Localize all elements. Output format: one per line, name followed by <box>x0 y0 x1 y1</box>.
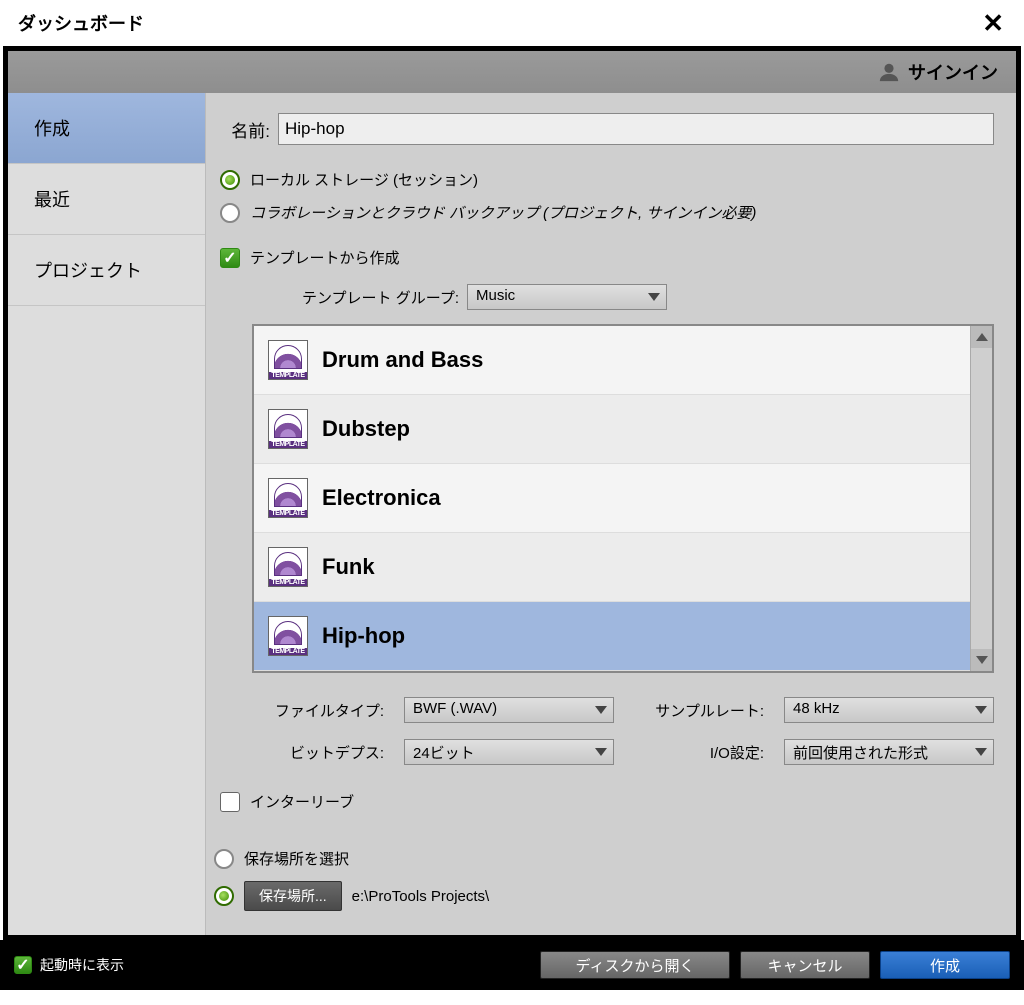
name-label: 名前: <box>214 117 270 142</box>
close-icon[interactable]: ✕ <box>976 8 1010 38</box>
chevron-down-icon <box>975 748 987 756</box>
sidebar-tab-label: 作成 <box>34 119 70 139</box>
chevron-down-icon <box>975 706 987 714</box>
chevron-down-icon <box>595 748 607 756</box>
save-choose-row[interactable]: 保存場所を選択 <box>214 848 994 869</box>
template-file-icon: TEMPLATE <box>268 340 308 380</box>
window-title: ダッシュボード <box>18 10 144 36</box>
open-from-disk-button[interactable]: ディスクから開く <box>540 951 730 979</box>
template-check-label: テンプレートから作成 <box>250 247 400 268</box>
sidebar-tab-label: 最近 <box>34 190 70 210</box>
template-item-label: Electronica <box>322 485 441 511</box>
sidebar-tab-create[interactable]: 作成 <box>8 93 205 164</box>
storage-local-label: ローカル ストレージ (セッション) <box>250 169 478 190</box>
bit-depth-select[interactable]: 24ビット <box>404 739 614 765</box>
template-list: TEMPLATE Drum and Bass TEMPLATE Dubstep … <box>252 324 994 673</box>
chevron-down-icon <box>976 656 988 664</box>
name-row: 名前: <box>214 113 994 145</box>
template-item[interactable]: TEMPLATE Dubstep <box>254 395 970 464</box>
bit-depth-label: ビットデプス: <box>254 742 384 763</box>
cancel-button[interactable]: キャンセル <box>740 951 870 979</box>
main-panel: 名前: ローカル ストレージ (セッション) コラボレーションとクラウド バック… <box>206 93 1016 935</box>
sidebar: 作成 最近 プロジェクト <box>8 93 206 935</box>
template-item-label: Dubstep <box>322 416 410 442</box>
footer-bar: 起動時に表示 ディスクから開く キャンセル 作成 <box>0 940 1024 990</box>
window-titlebar: ダッシュボード ✕ <box>0 0 1024 46</box>
save-path-row: 保存場所... e:\ProTools Projects\ <box>214 881 994 911</box>
checkbox-icon[interactable] <box>220 248 240 268</box>
file-type-select[interactable]: BWF (.WAV) <box>404 697 614 723</box>
radio-icon[interactable] <box>214 849 234 869</box>
sample-rate-select[interactable]: 48 kHz <box>784 697 994 723</box>
radio-icon[interactable] <box>220 203 240 223</box>
template-file-icon: TEMPLATE <box>268 547 308 587</box>
chevron-down-icon <box>648 293 660 301</box>
storage-local-row[interactable]: ローカル ストレージ (セッション) <box>220 169 994 190</box>
sidebar-tab-projects[interactable]: プロジェクト <box>8 235 205 306</box>
create-button[interactable]: 作成 <box>880 951 1010 979</box>
scroll-thumb[interactable] <box>973 350 990 647</box>
template-item[interactable]: TEMPLATE Drum and Bass <box>254 326 970 395</box>
checkbox-icon[interactable] <box>220 792 240 812</box>
signin-bar: サインイン <box>8 51 1016 93</box>
name-input[interactable] <box>278 113 994 145</box>
scroll-up-button[interactable] <box>971 326 992 348</box>
template-group-row: テンプレート グループ: Music <box>302 284 994 310</box>
io-settings-select[interactable]: 前回使用された形式 <box>784 739 994 765</box>
bit-depth-value: 24ビット <box>413 745 475 762</box>
radio-icon[interactable] <box>214 886 234 906</box>
radio-icon[interactable] <box>220 170 240 190</box>
template-item[interactable]: TEMPLATE Funk <box>254 533 970 602</box>
settings-grid: ファイルタイプ: BWF (.WAV) サンプルレート: 48 kHz ビットデ… <box>254 697 994 765</box>
scroll-down-button[interactable] <box>971 649 992 671</box>
sidebar-tab-label: プロジェクト <box>34 261 142 281</box>
sample-rate-value: 48 kHz <box>793 700 840 717</box>
template-item[interactable]: TEMPLATE Electronica <box>254 464 970 533</box>
file-type-value: BWF (.WAV) <box>413 700 497 717</box>
storage-cloud-label: コラボレーションとクラウド バックアップ (プロジェクト, サインイン必要) <box>250 202 756 223</box>
template-group-label: テンプレート グループ: <box>302 287 459 308</box>
interleave-label: インターリーブ <box>250 791 354 812</box>
io-settings-value: 前回使用された形式 <box>793 745 928 762</box>
template-item-label: Funk <box>322 554 375 580</box>
sidebar-tab-recent[interactable]: 最近 <box>8 164 205 235</box>
template-item-label: Drum and Bass <box>322 347 483 373</box>
template-check-row[interactable]: テンプレートから作成 <box>220 247 994 268</box>
dialog-frame: サインイン 作成 最近 プロジェクト 名前: ローカル スト <box>3 46 1021 940</box>
io-settings-label: I/O設定: <box>634 742 764 763</box>
show-on-startup-label: 起動時に表示 <box>40 955 124 975</box>
template-group-value: Music <box>476 287 515 304</box>
template-item[interactable]: TEMPLATE Hip-hop <box>254 602 970 671</box>
template-item-label: Hip-hop <box>322 623 405 649</box>
template-scrollbar[interactable] <box>970 326 992 671</box>
storage-cloud-row[interactable]: コラボレーションとクラウド バックアップ (プロジェクト, サインイン必要) <box>220 202 994 223</box>
template-file-icon: TEMPLATE <box>268 478 308 518</box>
template-group-select[interactable]: Music <box>467 284 667 310</box>
checkbox-icon[interactable] <box>14 956 32 974</box>
content-area: 作成 最近 プロジェクト 名前: ローカル ストレージ (セッション) <box>8 93 1016 935</box>
save-location-button[interactable]: 保存場所... <box>244 881 342 911</box>
template-file-icon: TEMPLATE <box>268 409 308 449</box>
save-path: e:\ProTools Projects\ <box>352 888 490 905</box>
save-choose-label: 保存場所を選択 <box>244 848 349 869</box>
user-icon <box>878 61 900 83</box>
template-file-icon: TEMPLATE <box>268 616 308 656</box>
file-type-label: ファイルタイプ: <box>254 700 384 721</box>
chevron-down-icon <box>595 706 607 714</box>
sample-rate-label: サンプルレート: <box>634 700 764 721</box>
interleave-row[interactable]: インターリーブ <box>220 791 994 812</box>
signin-link[interactable]: サインイン <box>908 59 998 85</box>
chevron-up-icon <box>976 333 988 341</box>
